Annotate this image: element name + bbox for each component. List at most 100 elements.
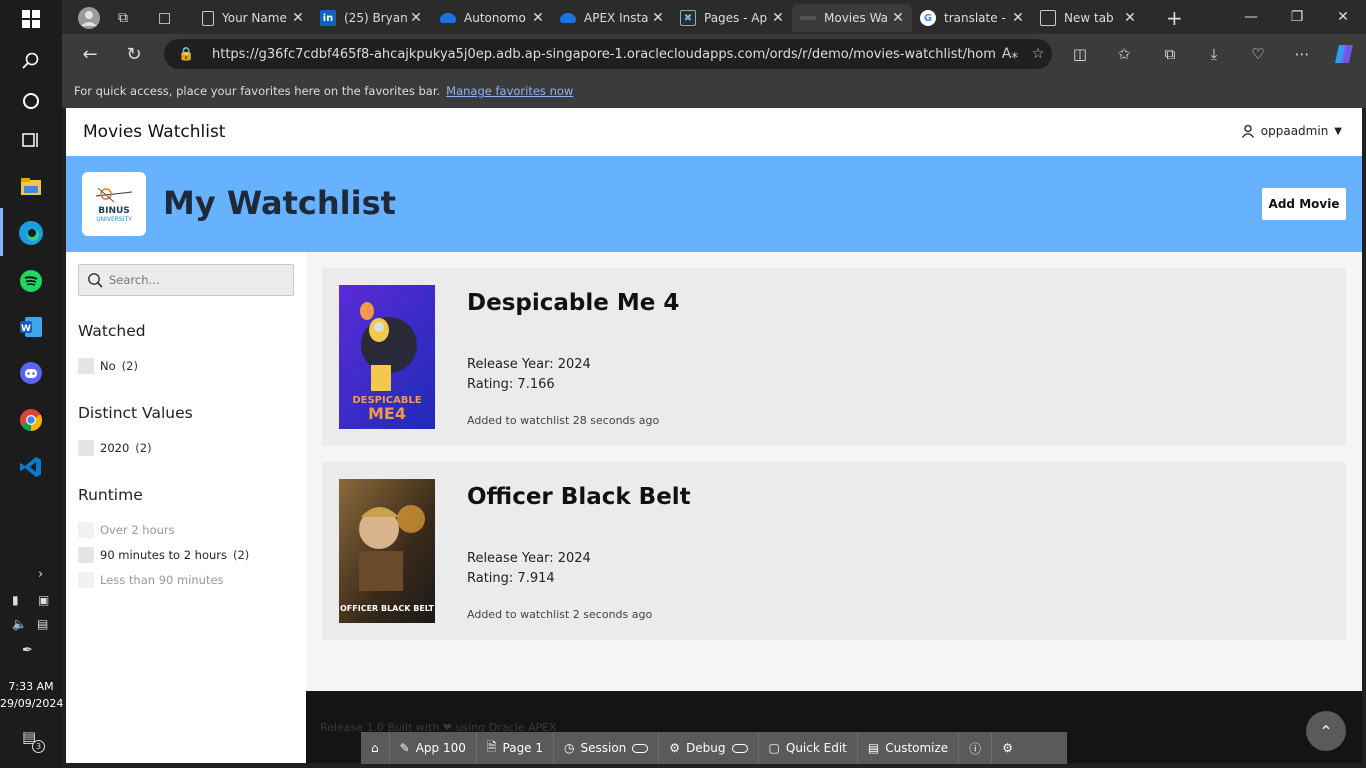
collections-icon[interactable]: ⧉: [1156, 40, 1184, 68]
close-icon[interactable]: ✕: [650, 10, 666, 26]
windows-start-icon[interactable]: [16, 4, 46, 34]
minimize-icon[interactable]: —: [1228, 0, 1274, 34]
favorite-star-icon[interactable]: ☆: [1024, 46, 1052, 62]
meet-now-icon[interactable]: ▣: [38, 593, 49, 607]
close-icon[interactable]: ✕: [408, 10, 424, 26]
checkbox[interactable]: [78, 440, 94, 456]
scroll-to-top-button[interactable]: ⌃: [1306, 711, 1346, 751]
cortana-icon[interactable]: [16, 86, 46, 116]
new-tab-button[interactable]: +: [1158, 4, 1188, 32]
search-input[interactable]: [109, 273, 289, 287]
copilot-icon[interactable]: [1330, 40, 1358, 68]
clock-time[interactable]: 7:33 AM: [0, 678, 62, 695]
movie-title[interactable]: Despicable Me 4: [467, 290, 679, 316]
movie-poster[interactable]: OFFICER BLACK BELT: [339, 479, 435, 623]
clock-icon: ◷: [564, 741, 575, 755]
tab-actions-icon[interactable]: □: [150, 4, 186, 32]
username: oppaadmin: [1260, 124, 1329, 138]
lock-icon[interactable]: 🔒: [178, 47, 198, 62]
close-icon[interactable]: ✕: [890, 10, 906, 26]
window-controls: — ❐ ✕: [1228, 0, 1366, 34]
network-icon[interactable]: ▤: [37, 617, 48, 631]
browser-navigation-bar: ← ↻ 🔒 https://g36fc7cdbf465f8-ahcajkpuky…: [62, 34, 1366, 74]
movie-title[interactable]: Officer Black Belt: [467, 484, 691, 510]
add-movie-button[interactable]: Add Movie: [1262, 188, 1346, 220]
app-button[interactable]: ✎ App 100: [390, 732, 477, 764]
more-options-icon[interactable]: ⋯: [1288, 40, 1316, 68]
close-icon[interactable]: ✕: [290, 10, 306, 26]
manage-favorites-link[interactable]: Manage favorites now: [446, 84, 573, 98]
home-button[interactable]: ⌂: [361, 732, 390, 764]
facet-watched-option-no[interactable]: No (2): [78, 358, 138, 374]
page-button[interactable]: 🗎 Page 1: [477, 732, 555, 764]
split-screen-icon[interactable]: ◫: [1066, 40, 1094, 68]
downloads-icon[interactable]: ⤓: [1200, 40, 1228, 68]
facet-option-count: (2): [121, 359, 138, 373]
tab-linkedin[interactable]: in (25) Bryant ✕: [312, 4, 430, 32]
file-explorer-icon[interactable]: [16, 172, 46, 202]
debug-button[interactable]: ⚙ Debug: [659, 732, 759, 764]
profile-avatar[interactable]: [70, 4, 110, 32]
user-menu[interactable]: oppaadmin ▼: [1241, 124, 1342, 138]
tab-your-name[interactable]: Your Name ✕: [194, 4, 312, 32]
browser-tab-bar: ⧉ □ Your Name ✕ in (25) Bryant ✕ Autonom…: [62, 0, 1366, 34]
svg-text:W: W: [21, 324, 31, 334]
close-icon[interactable]: ✕: [770, 10, 786, 26]
restore-icon[interactable]: ❐: [1274, 0, 1320, 34]
svg-text:OFFICER BLACK BELT: OFFICER BLACK BELT: [340, 604, 435, 613]
address-bar[interactable]: 🔒 https://g36fc7cdbf465f8-ahcajkpukya5j0…: [164, 39, 1052, 69]
search-box[interactable]: [78, 264, 294, 296]
refresh-icon[interactable]: ↻: [120, 40, 148, 68]
word-icon[interactable]: W: [16, 312, 46, 342]
favorites-bar: For quick access, place your favorites h…: [62, 74, 1366, 108]
tab-new-tab[interactable]: New tab ✕: [1032, 4, 1144, 32]
movie-card[interactable]: DESPICABLE ME4 Despicable Me 4 Release Y…: [322, 268, 1346, 446]
facet-runtime-option-90-to-120[interactable]: 90 minutes to 2 hours (2): [78, 547, 249, 563]
browser-essentials-icon[interactable]: ♡: [1244, 40, 1272, 68]
tab-pages[interactable]: ✖ Pages - Ap ✕: [672, 4, 792, 32]
tab-autonomous[interactable]: Autonomo ✕: [432, 4, 552, 32]
volume-icon[interactable]: 🔈: [12, 617, 27, 631]
movie-release-year: Release Year: 2024: [467, 551, 591, 566]
facet-distinct-option-2020[interactable]: 2020 (2): [78, 440, 152, 456]
session-button[interactable]: ◷ Session: [554, 732, 660, 764]
settings-button[interactable]: ⚙: [992, 732, 1023, 764]
back-arrow-icon[interactable]: ←: [76, 40, 104, 68]
tab-movies-watchlist[interactable]: Movies Wa ✕: [792, 4, 912, 32]
clock-date[interactable]: 29/09/2024: [0, 695, 63, 712]
favorites-icon[interactable]: ✩: [1110, 40, 1138, 68]
customize-button[interactable]: ▤ Customize: [858, 732, 960, 764]
discord-icon[interactable]: [16, 358, 46, 388]
task-view-icon[interactable]: [16, 125, 46, 155]
quick-edit-button[interactable]: ▢ Quick Edit: [759, 732, 858, 764]
info-button[interactable]: ⓘ: [959, 732, 993, 764]
url-text[interactable]: https://g36fc7cdbf465f8-ahcajkpukya5j0ep…: [212, 47, 996, 62]
checkbox[interactable]: [78, 547, 94, 563]
workspaces-icon[interactable]: ⧉: [110, 4, 146, 32]
close-icon[interactable]: ✕: [1010, 10, 1026, 26]
hero-region: BINUS UNIVERSITY My Watchlist Add Movie: [66, 156, 1362, 252]
chrome-icon[interactable]: [16, 405, 46, 435]
search-icon[interactable]: [16, 46, 46, 76]
tab-apex-instance[interactable]: APEX Insta ✕: [552, 4, 672, 32]
show-hidden-icons-icon[interactable]: ›: [38, 567, 43, 582]
read-aloud-icon[interactable]: A⁎: [996, 46, 1024, 62]
cloud-icon: [560, 13, 576, 23]
pen-icon[interactable]: ✒: [22, 643, 33, 658]
battery-icon[interactable]: ▮: [12, 593, 19, 607]
devbar-label: Session: [580, 741, 627, 755]
movie-poster[interactable]: DESPICABLE ME4: [339, 285, 435, 429]
close-window-icon[interactable]: ✕: [1320, 0, 1366, 34]
close-icon[interactable]: ✕: [530, 10, 546, 26]
home-icon: ⌂: [371, 741, 379, 755]
edge-icon[interactable]: [16, 218, 46, 248]
movie-card[interactable]: OFFICER BLACK BELT Officer Black Belt Re…: [322, 462, 1346, 640]
app-title[interactable]: Movies Watchlist: [83, 122, 225, 142]
facet-option-label: 90 minutes to 2 hours: [100, 548, 227, 562]
spotify-icon[interactable]: [16, 266, 46, 296]
checkbox[interactable]: [78, 358, 94, 374]
vscode-icon[interactable]: [16, 452, 46, 482]
tab-translate[interactable]: G translate - ✕: [912, 4, 1032, 32]
close-icon[interactable]: ✕: [1122, 10, 1138, 26]
movie-added-time: Added to watchlist 28 seconds ago: [467, 414, 660, 427]
